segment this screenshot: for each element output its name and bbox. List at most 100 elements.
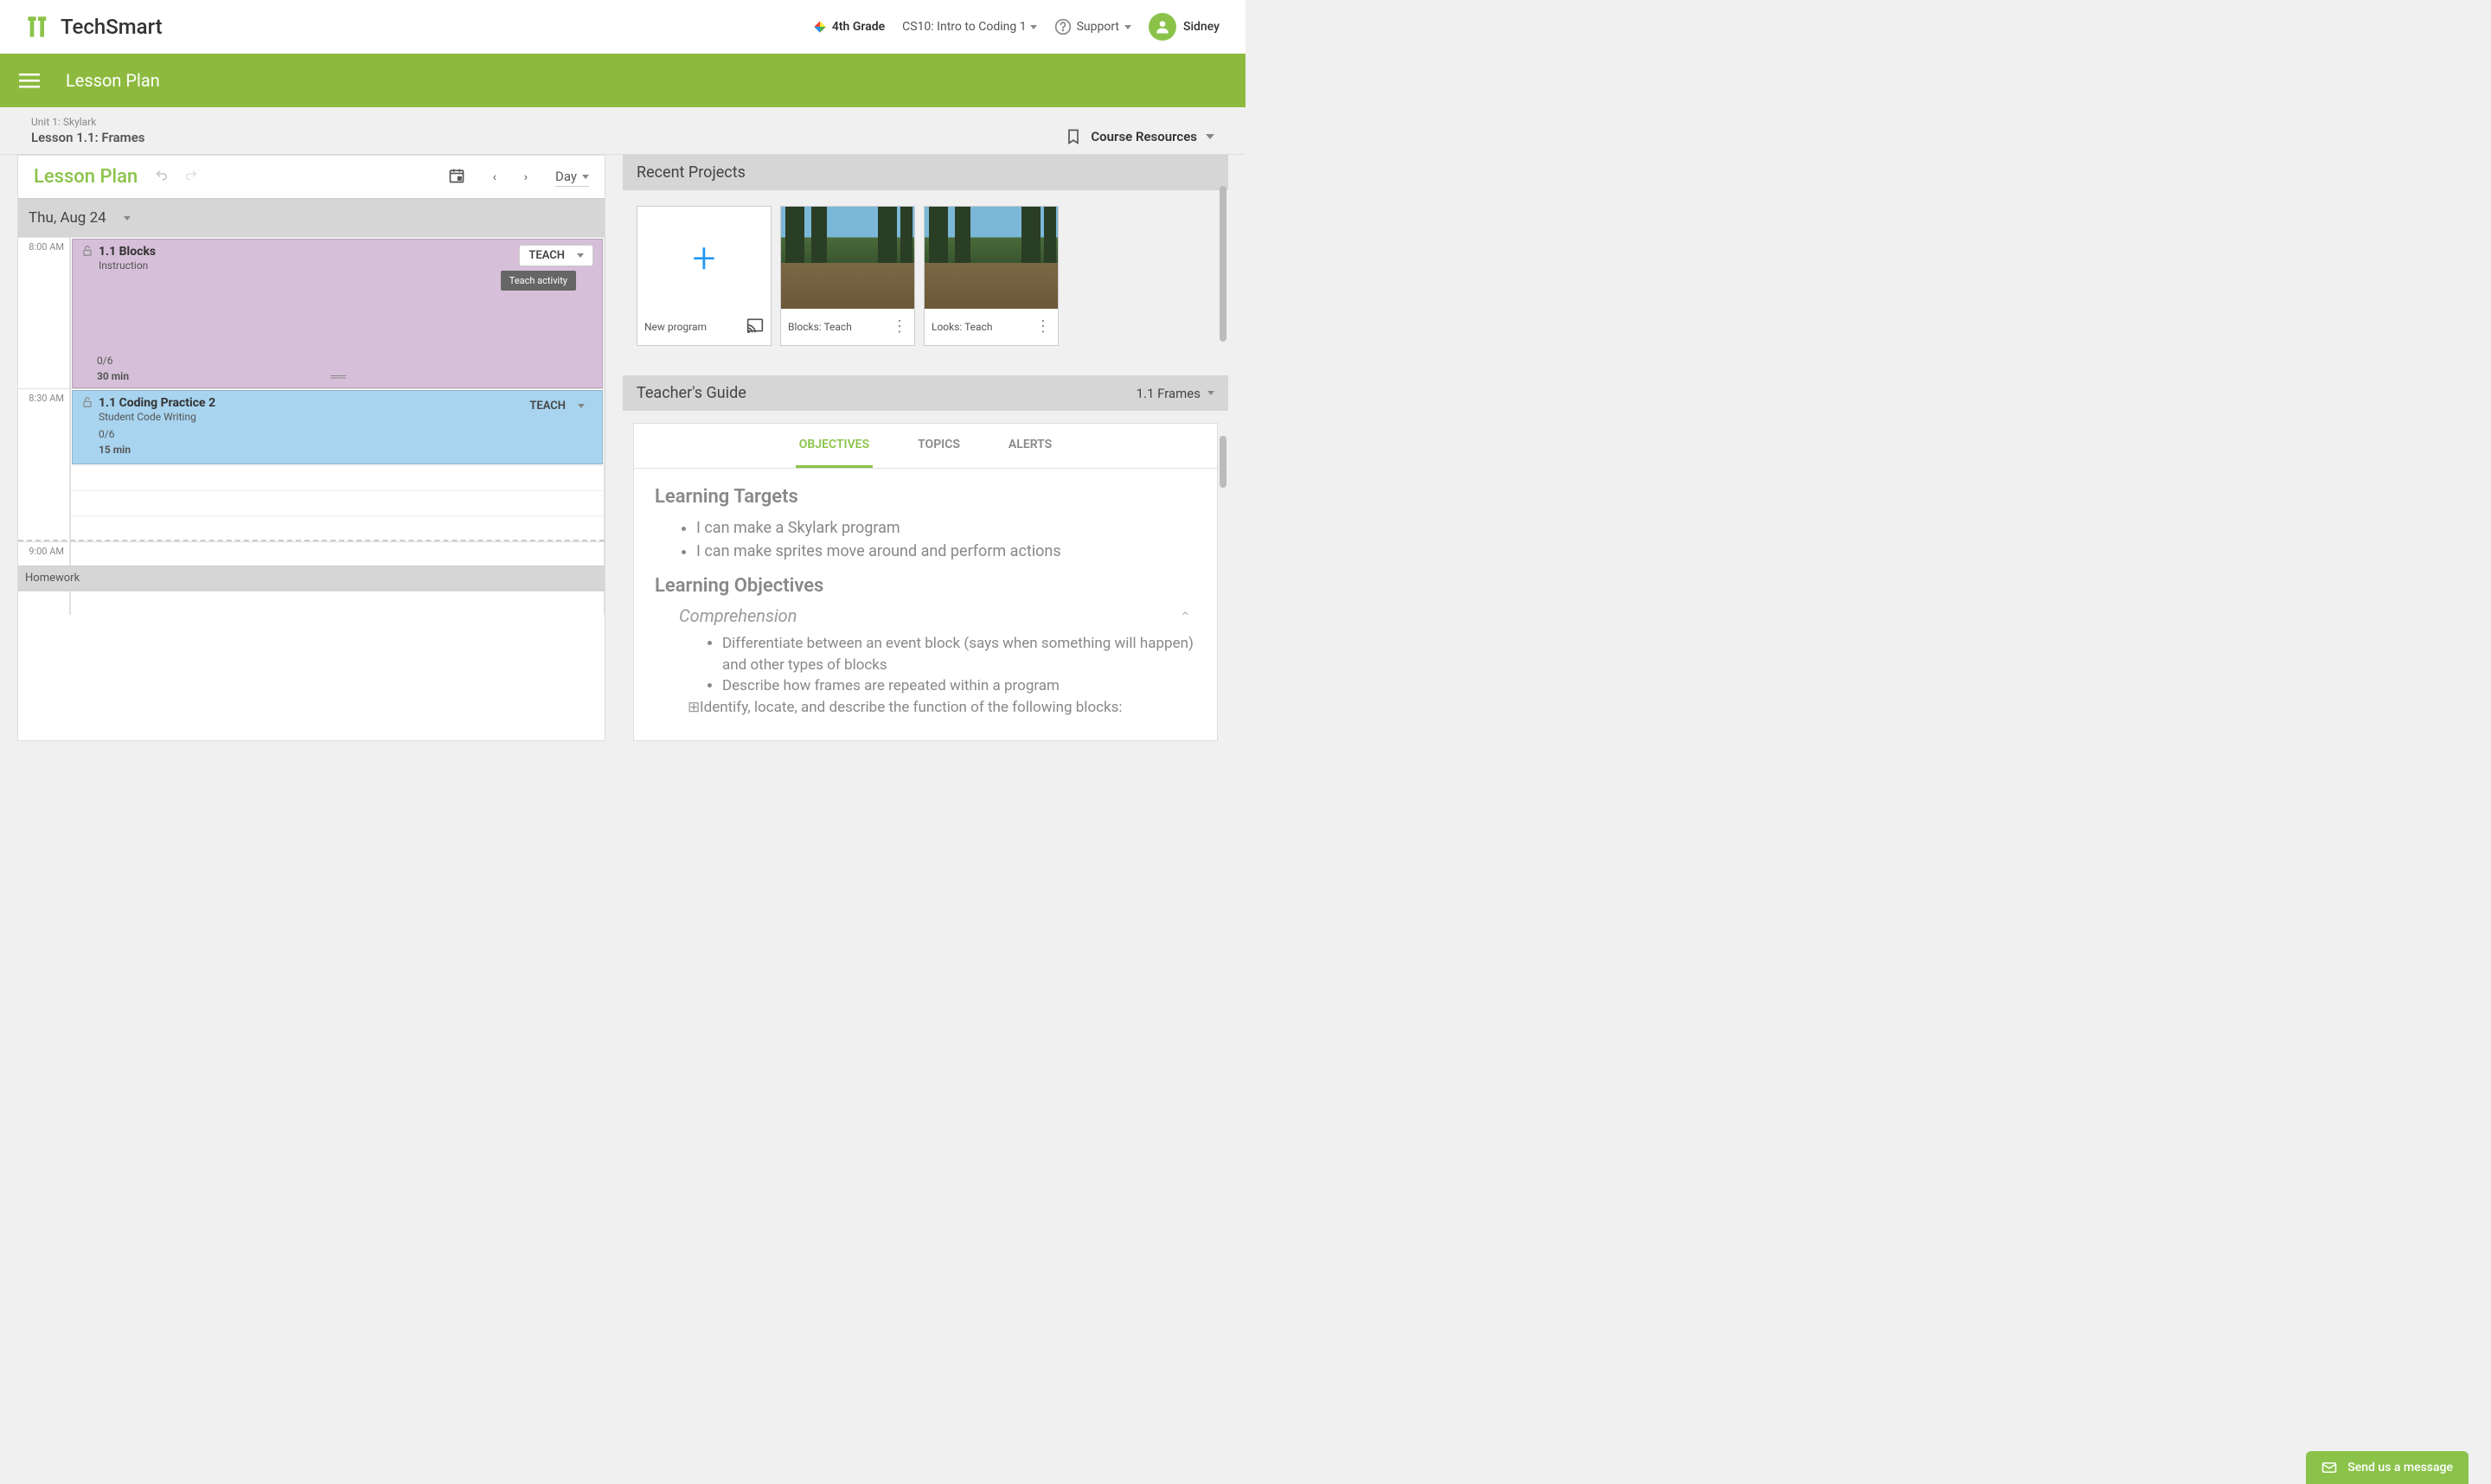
event-block-1[interactable]: 1.1 Blocks Instruction TEACH Teach activ…	[72, 239, 603, 388]
grade-text: 4th Grade	[832, 20, 885, 34]
chat-widget[interactable]: Send us a message	[2306, 1451, 2469, 1484]
calendar-button[interactable]	[448, 167, 465, 188]
breadcrumb-unit: Unit 1: Skylark	[31, 116, 145, 128]
project-menu-button[interactable]: ⋮	[892, 323, 907, 332]
menu-button[interactable]	[19, 70, 40, 91]
event-progress: 0/6	[97, 355, 129, 367]
date-label: Thu, Aug 24	[29, 209, 106, 227]
cast-icon[interactable]	[746, 317, 764, 336]
lock-icon	[81, 245, 93, 260]
guide-context: 1.1 Frames	[1137, 386, 1201, 401]
date-header[interactable]: Thu, Aug 24	[18, 198, 605, 237]
lesson-plan-header: Lesson Plan ‹ › Day	[18, 156, 605, 198]
lock-icon	[81, 396, 93, 412]
comprehension-heading: Comprehension	[679, 605, 1196, 626]
project-thumbnail	[781, 207, 914, 309]
scrollbar[interactable]	[1220, 436, 1226, 488]
grade-badge: 4th Grade	[813, 20, 885, 34]
avatar	[1149, 13, 1176, 41]
redo-icon	[184, 169, 198, 182]
breadcrumb-lesson: Lesson 1.1: Frames	[31, 130, 145, 145]
drag-handle[interactable]: ══	[330, 369, 344, 384]
person-icon	[1154, 18, 1171, 35]
undo-button[interactable]	[155, 169, 169, 186]
user-name: Sidney	[1183, 20, 1220, 34]
help-icon	[1054, 18, 1072, 35]
calendar-icon	[448, 167, 465, 184]
objective-item: Differentiate between an event block (sa…	[722, 633, 1196, 675]
time-label-830: 8:30 AM	[18, 389, 70, 540]
learning-targets-heading: Learning Targets	[655, 486, 1196, 508]
project-label: New program	[644, 321, 707, 333]
prev-day-button[interactable]: ‹	[488, 167, 502, 188]
chevron-down-icon	[577, 253, 584, 258]
main-content: Lesson Plan ‹ › Day Thu, Aug 24	[0, 155, 1246, 741]
chevron-down-icon	[578, 404, 585, 408]
collapse-button[interactable]: ⌃	[1180, 609, 1191, 625]
course-name: CS10: Intro to Coding 1	[902, 20, 1026, 34]
teachers-guide-header: Teacher's Guide 1.1 Frames	[623, 375, 1228, 411]
event-subtitle: Student Code Writing	[99, 411, 215, 423]
top-header: TechSmart 4th Grade CS10: Intro to Codin…	[0, 0, 1246, 54]
breadcrumb: Unit 1: Skylark Lesson 1.1: Frames	[31, 116, 145, 145]
scrollbar[interactable]	[1220, 186, 1226, 342]
redo-button[interactable]	[184, 169, 198, 186]
chat-label: Send us a message	[2347, 1461, 2453, 1474]
project-card-new[interactable]: + New program	[637, 206, 772, 346]
header-right: 4th Grade CS10: Intro to Coding 1 Suppor…	[813, 13, 1220, 41]
guide-body: OBJECTIVES TOPICS ALERTS Learning Target…	[633, 423, 1218, 741]
breadcrumb-bar: Unit 1: Skylark Lesson 1.1: Frames Cours…	[0, 107, 1246, 155]
objective-item: Describe how frames are repeated within …	[722, 675, 1196, 697]
tab-alerts[interactable]: ALERTS	[1005, 424, 1055, 468]
teach-label: TEACH	[529, 400, 566, 413]
bookmark-icon	[1065, 128, 1082, 145]
view-selector[interactable]: Day	[555, 167, 589, 187]
time-label-900: 9:00 AM	[18, 542, 70, 566]
guide-tabs: OBJECTIVES TOPICS ALERTS	[634, 424, 1217, 469]
sub-header: Lesson Plan	[0, 54, 1246, 107]
hamburger-icon	[19, 70, 40, 91]
expand-icon: ⊞	[688, 697, 700, 719]
user-menu[interactable]: Sidney	[1149, 13, 1220, 41]
logo-area[interactable]: TechSmart	[26, 15, 163, 39]
guide-content: Learning Targets I can make a Skylark pr…	[634, 469, 1217, 736]
event-subtitle: Instruction	[99, 259, 156, 272]
event-duration: 30 min	[97, 370, 129, 382]
project-thumbnail	[925, 207, 1058, 309]
chevron-down-icon	[1206, 134, 1214, 139]
plus-icon: +	[692, 233, 715, 283]
brand-name: TechSmart	[61, 15, 163, 39]
support-text: Support	[1077, 20, 1119, 34]
project-menu-button[interactable]: ⋮	[1035, 323, 1051, 332]
undo-icon	[155, 169, 169, 182]
event-block-2[interactable]: 1.1 Coding Practice 2 Student Code Writi…	[72, 390, 603, 464]
lesson-plan-title: Lesson Plan	[23, 166, 138, 188]
course-resources-label: Course Resources	[1091, 129, 1197, 144]
teach-button[interactable]: TEACH	[521, 396, 593, 416]
recent-projects-header: Recent Projects	[623, 155, 1228, 190]
course-selector[interactable]: CS10: Intro to Coding 1	[902, 20, 1036, 34]
teach-button[interactable]: TEACH	[519, 245, 593, 266]
project-card[interactable]: Blocks: Teach ⋮	[780, 206, 915, 346]
lesson-plan-panel: Lesson Plan ‹ › Day Thu, Aug 24	[17, 155, 605, 741]
objective-item-expandable[interactable]: ⊞Identify, locate, and describe the func…	[705, 697, 1196, 719]
course-resources-button[interactable]: Course Resources	[1065, 128, 1214, 145]
learning-objectives-heading: Learning Objectives	[655, 575, 1196, 597]
time-label-800: 8:00 AM	[18, 238, 70, 388]
tab-topics[interactable]: TOPICS	[914, 424, 964, 468]
support-link[interactable]: Support	[1054, 18, 1131, 35]
teach-label: TEACH	[528, 249, 565, 262]
mail-icon	[2321, 1460, 2337, 1475]
logo-icon	[26, 15, 50, 39]
next-day-button[interactable]: ›	[519, 167, 533, 188]
right-panel: Recent Projects + New program	[623, 155, 1228, 741]
event-title: 1.1 Blocks	[99, 245, 156, 259]
target-item: I can make a Skylark program	[696, 516, 1196, 540]
project-label: Blocks: Teach	[788, 321, 852, 333]
project-card[interactable]: Looks: Teach ⋮	[924, 206, 1059, 346]
tab-objectives[interactable]: OBJECTIVES	[796, 424, 873, 468]
page-title: Lesson Plan	[66, 70, 160, 91]
chevron-down-icon	[1030, 25, 1037, 29]
chevron-down-icon	[582, 175, 589, 179]
guide-context-selector[interactable]: 1.1 Frames	[1137, 386, 1214, 401]
